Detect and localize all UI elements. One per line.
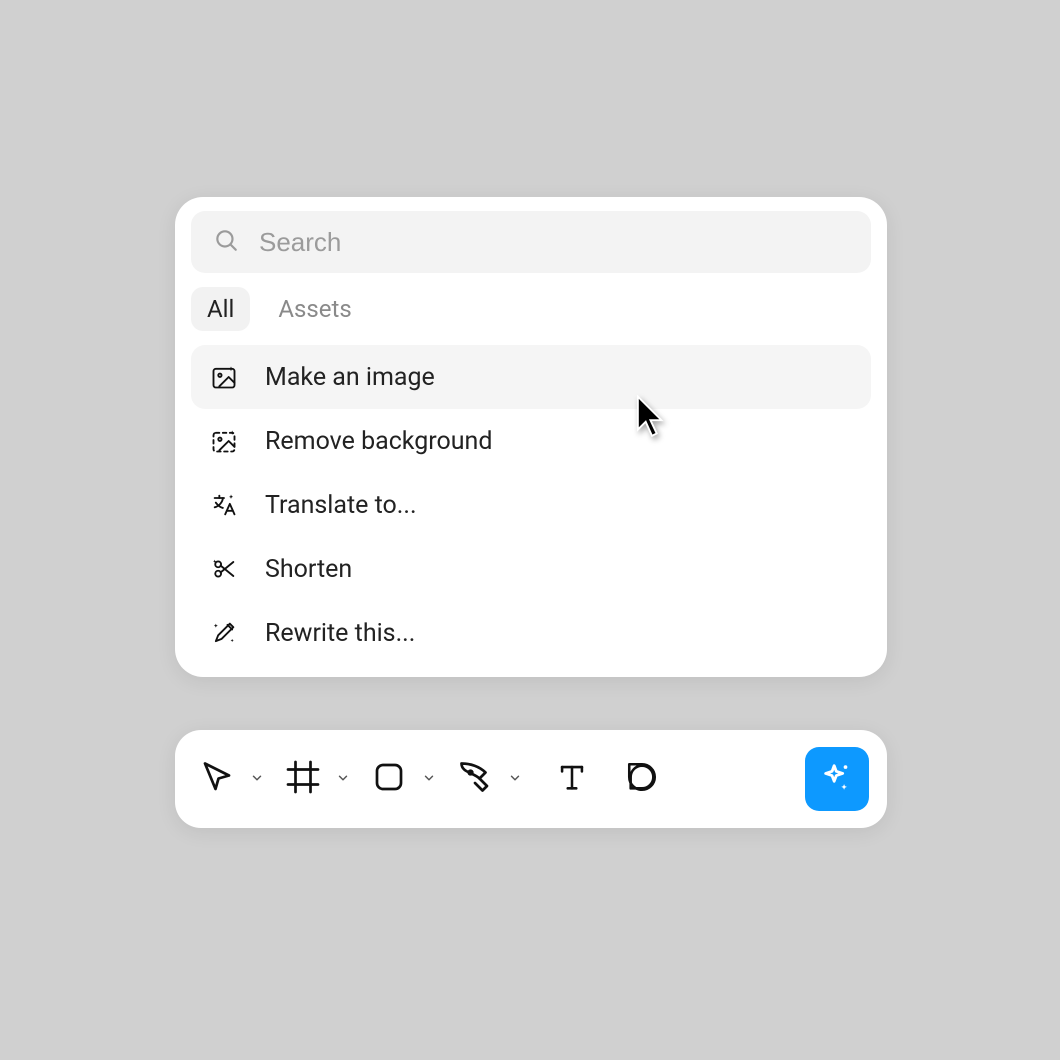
translate-icon (209, 490, 239, 520)
menu-item-label: Remove background (265, 427, 492, 456)
menu-item-remove-background[interactable]: Remove background (191, 409, 871, 473)
frame-tool-icon (285, 759, 321, 799)
rectangle-tool-icon (371, 759, 407, 799)
pen-tool-button[interactable] (451, 747, 499, 811)
menu-item-label: Shorten (265, 555, 352, 584)
search-row[interactable] (191, 211, 871, 273)
comment-tool-icon (625, 760, 659, 798)
menu-item-rewrite[interactable]: Rewrite this... (191, 601, 871, 665)
menu-item-translate[interactable]: Translate to... (191, 473, 871, 537)
actions-panel: All Assets Make an image (175, 197, 887, 677)
ai-sparkle-icon (820, 760, 854, 798)
menu-item-label: Rewrite this... (265, 619, 415, 648)
frame-tool-dropdown[interactable] (331, 767, 355, 791)
chevron-down-icon (250, 770, 264, 789)
text-tool-button[interactable] (537, 747, 607, 811)
pen-tool-icon (457, 759, 493, 799)
move-tool-button[interactable] (193, 747, 241, 811)
make-image-icon (209, 362, 239, 392)
shape-tool-button[interactable] (365, 747, 413, 811)
frame-tool-group (279, 747, 359, 811)
move-tool-dropdown[interactable] (245, 767, 269, 791)
move-tool-icon (199, 759, 235, 799)
shorten-icon (209, 554, 239, 584)
shape-tool-dropdown[interactable] (417, 767, 441, 791)
pen-tool-dropdown[interactable] (503, 767, 527, 791)
remove-background-icon (209, 426, 239, 456)
shape-tool-group (365, 747, 445, 811)
comment-tool-button[interactable] (613, 747, 671, 811)
menu-list: Make an image Remove background (175, 345, 887, 665)
search-icon (213, 227, 239, 257)
toolbar (175, 730, 887, 828)
tab-all[interactable]: All (191, 287, 250, 331)
pen-tool-group (451, 747, 531, 811)
text-tool-icon (555, 760, 589, 798)
ai-tool-button[interactable] (805, 747, 869, 811)
menu-item-label: Translate to... (265, 491, 417, 520)
chevron-down-icon (508, 770, 522, 789)
menu-item-make-image[interactable]: Make an image (191, 345, 871, 409)
rewrite-icon (209, 618, 239, 648)
move-tool-group (193, 747, 273, 811)
tabs: All Assets (175, 283, 887, 345)
menu-item-label: Make an image (265, 363, 435, 392)
tab-assets[interactable]: Assets (262, 287, 367, 331)
chevron-down-icon (336, 770, 350, 789)
frame-tool-button[interactable] (279, 747, 327, 811)
menu-item-shorten[interactable]: Shorten (191, 537, 871, 601)
chevron-down-icon (422, 770, 436, 789)
search-input[interactable] (259, 227, 849, 258)
